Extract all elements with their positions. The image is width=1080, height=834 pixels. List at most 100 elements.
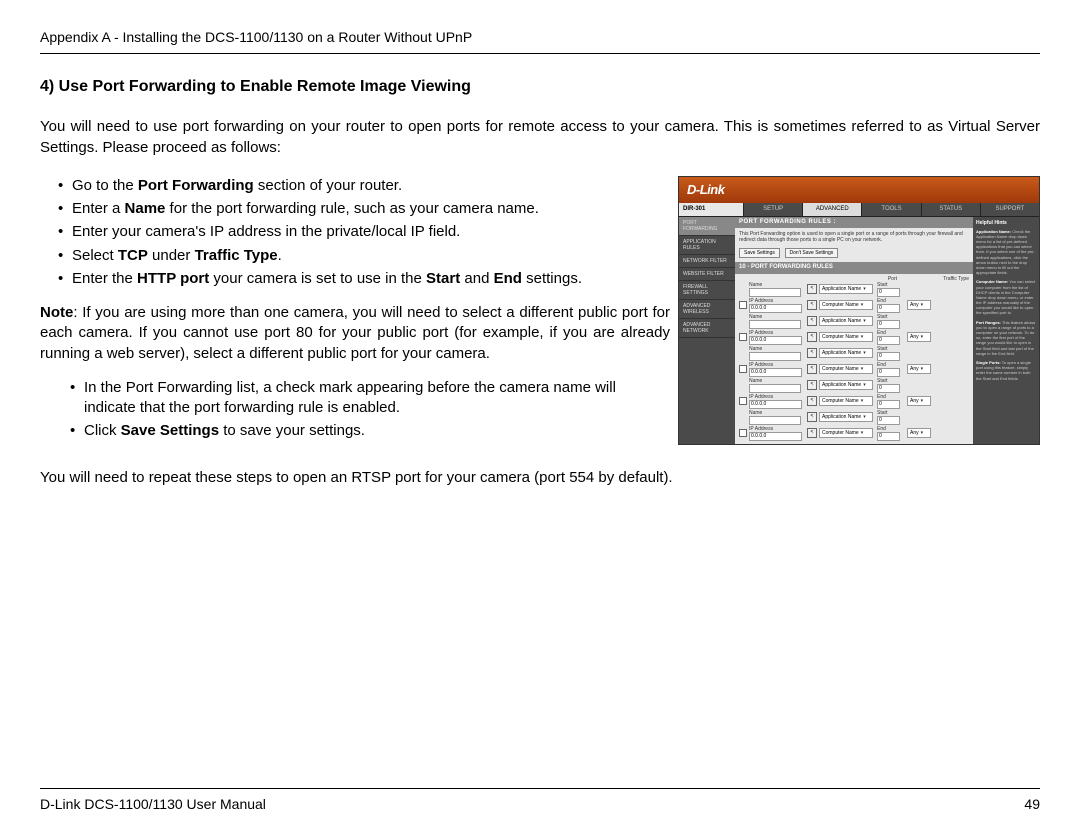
copy-computer-button[interactable]: <	[807, 300, 817, 310]
computer-select[interactable]: Computer Name	[819, 396, 873, 406]
copy-app-button[interactable]: <	[807, 284, 817, 294]
sidebar-item[interactable]: APPLICATION RULES	[679, 236, 735, 255]
list-item: Click Save Settings to save your setting…	[70, 421, 670, 441]
help-title: Helpful Hints	[976, 220, 1036, 227]
copy-app-button[interactable]: <	[807, 380, 817, 390]
traffic-type-select[interactable]: Any	[907, 300, 931, 310]
sidebar-item[interactable]: WEBSITE FILTER	[679, 268, 735, 281]
rule-checkbox[interactable]	[739, 301, 747, 309]
computer-select[interactable]: Computer Name	[819, 332, 873, 342]
rule-name-row: Name<Application NameStart0	[739, 378, 969, 393]
footer-left: D-Link DCS-1100/1130 User Manual	[40, 795, 266, 814]
ip-input[interactable]: 0.0.0.0	[749, 400, 802, 409]
app-select[interactable]: Application Name	[819, 412, 873, 422]
rule-checkbox[interactable]	[739, 397, 747, 405]
copy-computer-button[interactable]: <	[807, 428, 817, 438]
router-banner: D-Link	[679, 177, 1039, 203]
router-nav: DIR-301 SETUP ADVANCED TOOLS STATUS SUPP…	[679, 203, 1039, 217]
app-select[interactable]: Application Name	[819, 348, 873, 358]
tab-support[interactable]: SUPPORT	[980, 203, 1039, 216]
rule-checkbox[interactable]	[739, 333, 747, 341]
rule-ip-row: IP Address0.0.0.0<Computer NameEnd0Any	[739, 362, 969, 377]
page-header: Appendix A - Installing the DCS-1100/113…	[40, 28, 1040, 54]
copy-computer-button[interactable]: <	[807, 332, 817, 342]
start-input[interactable]: 0	[877, 352, 900, 361]
sidebar-item[interactable]: ADVANCED NETWORK	[679, 319, 735, 338]
steps-list: Go to the Port Forwarding section of you…	[40, 176, 670, 289]
computer-select[interactable]: Computer Name	[819, 364, 873, 374]
ip-input[interactable]: 0.0.0.0	[749, 432, 802, 441]
router-screenshot: D-Link DIR-301 SETUP ADVANCED TOOLS STAT…	[678, 176, 1040, 445]
start-input[interactable]: 0	[877, 320, 900, 329]
name-input[interactable]	[749, 416, 801, 425]
dont-save-button[interactable]: Don't Save Settings	[785, 248, 839, 258]
name-input[interactable]	[749, 384, 801, 393]
end-input[interactable]: 0	[877, 432, 900, 441]
computer-select[interactable]: Computer Name	[819, 428, 873, 438]
sidebar-item[interactable]: FIREWALL SETTINGS	[679, 281, 735, 300]
router-help-panel: Helpful Hints Application Name: Check th…	[973, 217, 1039, 443]
start-input[interactable]: 0	[877, 384, 900, 393]
rule-ip-row: IP Address0.0.0.0<Computer NameEnd0Any	[739, 426, 969, 441]
start-input[interactable]: 0	[877, 288, 900, 297]
tab-advanced[interactable]: ADVANCED	[802, 203, 861, 216]
app-select[interactable]: Application Name	[819, 284, 873, 294]
start-input[interactable]: 0	[877, 416, 900, 425]
pf-heading: PORT FORWARDING RULES :	[735, 217, 973, 228]
outro-paragraph: You will need to repeat these steps to o…	[40, 468, 1040, 488]
sidebar-item-portforwarding[interactable]: PORT FORWARDING	[679, 217, 735, 236]
copy-app-button[interactable]: <	[807, 316, 817, 326]
copy-computer-button[interactable]: <	[807, 396, 817, 406]
rule-ip-row: IP Address0.0.0.0<Computer NameEnd0Any	[739, 394, 969, 409]
list-item: Go to the Port Forwarding section of you…	[58, 176, 670, 196]
note-paragraph: Note: If you are using more than one cam…	[40, 303, 670, 364]
ip-input[interactable]: 0.0.0.0	[749, 304, 802, 313]
end-input[interactable]: 0	[877, 304, 900, 313]
pf-desc: This Port Forwarding option is used to o…	[735, 228, 973, 246]
copy-computer-button[interactable]: <	[807, 364, 817, 374]
name-input[interactable]	[749, 352, 801, 361]
computer-select[interactable]: Computer Name	[819, 300, 873, 310]
tab-setup[interactable]: SETUP	[743, 203, 802, 216]
footer-page-number: 49	[1024, 795, 1040, 814]
rule-name-row: Name<Application NameStart0	[739, 314, 969, 329]
router-sidebar: PORT FORWARDING APPLICATION RULES NETWOR…	[679, 217, 735, 443]
name-input[interactable]	[749, 320, 801, 329]
rule-checkbox[interactable]	[739, 429, 747, 437]
save-settings-button[interactable]: Save Settings	[739, 248, 780, 258]
rule-name-row: Name<Application NameStart0	[739, 346, 969, 361]
intro-paragraph: You will need to use port forwarding on …	[40, 117, 1040, 158]
router-main: PORT FORWARDING RULES : This Port Forwar…	[735, 217, 973, 443]
page-footer: D-Link DCS-1100/1130 User Manual 49	[40, 788, 1040, 814]
traffic-type-select[interactable]: Any	[907, 396, 931, 406]
end-input[interactable]: 0	[877, 336, 900, 345]
list-item: Enter a Name for the port forwarding rul…	[58, 199, 670, 219]
traffic-type-select[interactable]: Any	[907, 364, 931, 374]
copy-app-button[interactable]: <	[807, 412, 817, 422]
appendix-title: Appendix A - Installing the DCS-1100/113…	[40, 29, 472, 45]
end-input[interactable]: 0	[877, 368, 900, 377]
copy-app-button[interactable]: <	[807, 348, 817, 358]
rule-name-row: Name<Application NameStart0	[739, 410, 969, 425]
ip-input[interactable]: 0.0.0.0	[749, 368, 802, 377]
list-item: In the Port Forwarding list, a check mar…	[70, 378, 670, 419]
rules-heading: 10 - PORT FORWARDING RULES	[735, 262, 973, 273]
ip-input[interactable]: 0.0.0.0	[749, 336, 802, 345]
rules-table: Port Traffic Type Name<Application NameS…	[735, 274, 973, 444]
rule-ip-row: IP Address0.0.0.0<Computer NameEnd0Any	[739, 330, 969, 345]
tab-status[interactable]: STATUS	[921, 203, 980, 216]
app-select[interactable]: Application Name	[819, 316, 873, 326]
app-select[interactable]: Application Name	[819, 380, 873, 390]
list-item: Enter your camera's IP address in the pr…	[58, 222, 670, 242]
list-item: Select TCP under Traffic Type.	[58, 246, 670, 266]
traffic-type-select[interactable]: Any	[907, 332, 931, 342]
dlink-logo: D-Link	[687, 182, 724, 198]
sidebar-item[interactable]: NETWORK FILTER	[679, 255, 735, 268]
rule-checkbox[interactable]	[739, 365, 747, 373]
end-input[interactable]: 0	[877, 400, 900, 409]
name-input[interactable]	[749, 288, 801, 297]
sidebar-item[interactable]: ADVANCED WIRELESS	[679, 300, 735, 319]
traffic-type-select[interactable]: Any	[907, 428, 931, 438]
router-model: DIR-301	[679, 203, 743, 216]
tab-tools[interactable]: TOOLS	[861, 203, 920, 216]
